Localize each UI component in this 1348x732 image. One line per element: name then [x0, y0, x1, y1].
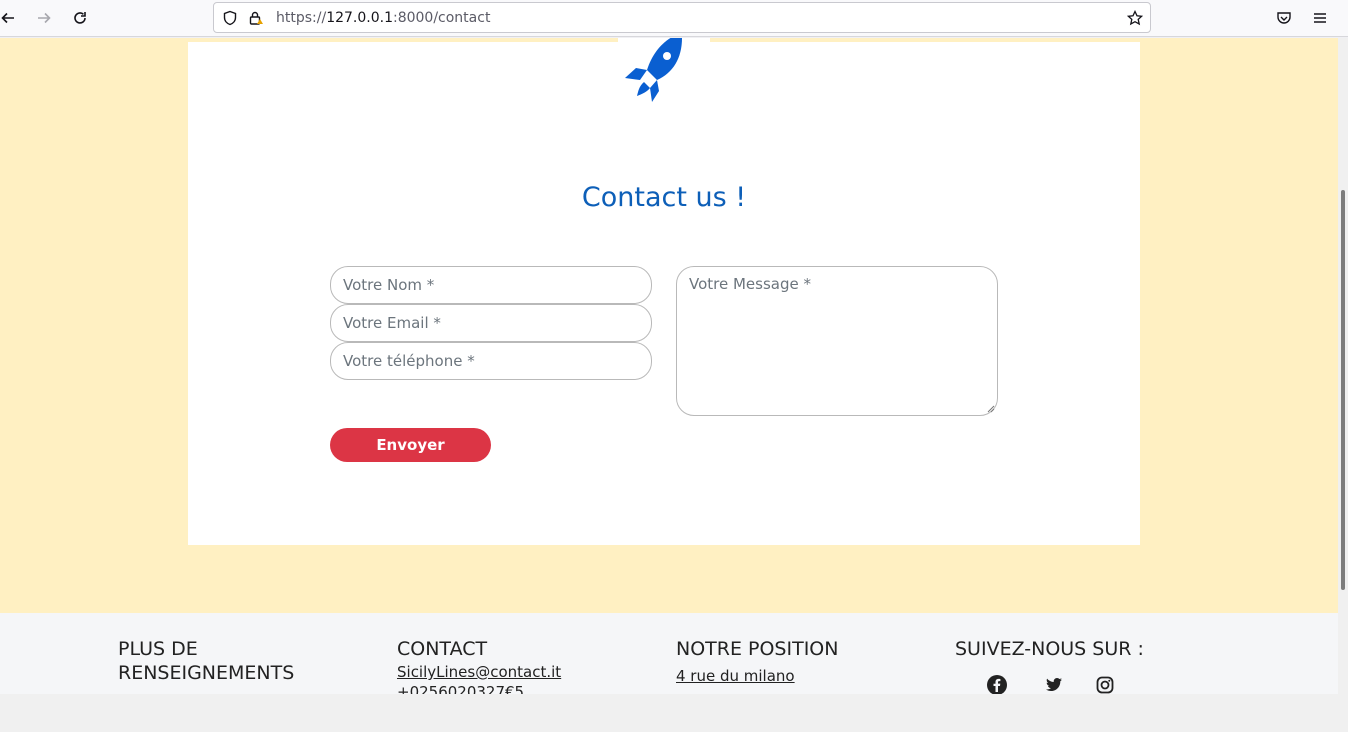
address-link[interactable]: 4 rue du milano [676, 667, 838, 685]
app-menu-button[interactable] [1306, 4, 1334, 32]
footer-social-column: SUIVEZ-NOUS SUR : [955, 637, 1144, 661]
name-input[interactable]: Votre Nom * [330, 266, 652, 304]
footer: PLUS DE RENSEIGNEMENTS CONTACT SicilyLin… [0, 613, 1338, 694]
browser-toolbar: https://127.0.0.1:8000/contact [0, 0, 1348, 37]
url-scheme: https:// [276, 10, 327, 26]
shield-icon[interactable] [222, 10, 238, 26]
page-title: Contact us ! [581, 182, 747, 213]
browser-bottom-bar [0, 694, 1348, 732]
message-placeholder: Votre Message * [689, 275, 811, 293]
url-bar[interactable]: https://127.0.0.1:8000/contact [213, 2, 1151, 33]
pocket-button[interactable] [1270, 4, 1298, 32]
submit-button[interactable]: Envoyer [330, 428, 491, 462]
page-scrollbar[interactable] [1338, 38, 1348, 694]
url-host: 127.0.0.1 [326, 10, 393, 26]
menu-icon [1314, 13, 1326, 23]
rocket-icon [625, 38, 682, 102]
insecure-lock-icon[interactable] [248, 10, 264, 26]
forward-arrow-icon [38, 12, 51, 24]
twitter-link[interactable] [1042, 673, 1066, 694]
info-heading-line1: PLUS DE [118, 638, 198, 660]
facebook-icon [987, 675, 1007, 694]
position-heading: NOTRE POSITION [676, 638, 839, 660]
footer-contact-column: CONTACT SicilyLines@contact.it +02560203… [397, 637, 561, 694]
contact-phone-link[interactable]: +0256020327€5 [397, 683, 561, 694]
back-arrow-icon [1, 12, 14, 24]
instagram-link[interactable] [1093, 673, 1117, 694]
footer-info-column: PLUS DE RENSEIGNEMENTS [118, 637, 294, 685]
message-textarea[interactable]: Votre Message * [676, 266, 998, 416]
url-text[interactable]: https://127.0.0.1:8000/contact [276, 10, 490, 26]
contact-card: Contact us ! Votre Nom * Votre Email * V… [188, 38, 1140, 545]
twitter-icon [1046, 678, 1062, 691]
page-viewport: Contact us ! Votre Nom * Votre Email * V… [0, 38, 1338, 694]
email-input[interactable]: Votre Email * [330, 304, 652, 342]
scrollbar-thumb[interactable] [1341, 190, 1345, 590]
pocket-icon [1277, 12, 1291, 24]
resize-grip-icon[interactable] [985, 403, 995, 413]
reload-icon [74, 12, 86, 24]
forward-button[interactable] [30, 4, 58, 32]
url-path: :8000/contact [392, 10, 491, 26]
back-button[interactable] [0, 4, 22, 32]
info-heading-line2: RENSEIGNEMENTS [118, 662, 295, 684]
instagram-icon [1096, 676, 1114, 694]
contact-email-link[interactable]: SicilyLines@contact.it [397, 663, 561, 681]
phone-input[interactable]: Votre téléphone * [330, 342, 652, 380]
footer-position-column: NOTRE POSITION 4 rue du milano [676, 637, 838, 685]
reload-button[interactable] [66, 4, 94, 32]
contact-heading: CONTACT [397, 638, 488, 660]
bookmark-star-icon[interactable] [1127, 10, 1143, 26]
facebook-link[interactable] [985, 673, 1009, 694]
social-heading: SUIVEZ-NOUS SUR : [955, 638, 1144, 660]
